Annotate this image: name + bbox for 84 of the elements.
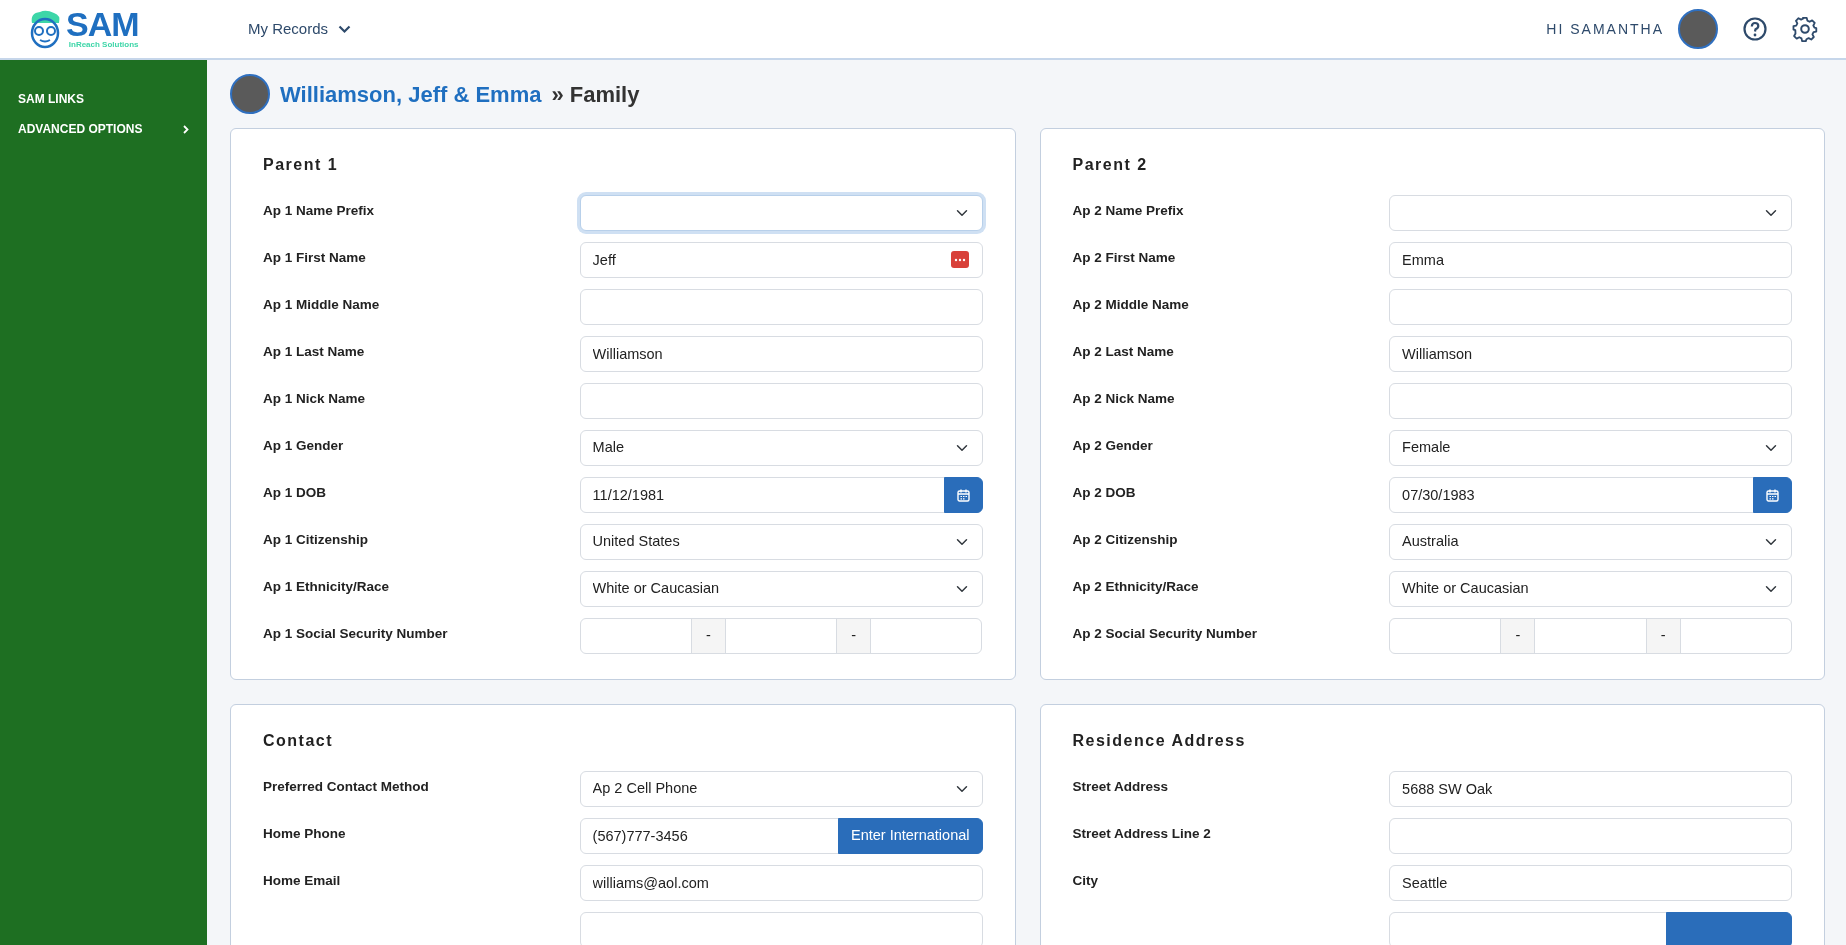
field-label: Ap 2 Middle Name bbox=[1072, 296, 1190, 315]
ssn-field[interactable] bbox=[1389, 618, 1502, 655]
date-field[interactable]: 11/12/1981 bbox=[579, 477, 945, 514]
user-avatar[interactable] bbox=[1678, 9, 1718, 50]
card-title: Parent 1 bbox=[263, 155, 340, 176]
input-field[interactable] bbox=[579, 289, 983, 326]
logo-title: SAM bbox=[66, 7, 139, 42]
field-label: Ap 2 Name Prefix bbox=[1072, 202, 1185, 221]
enter-international-button[interactable] bbox=[1666, 912, 1792, 945]
input-field[interactable] bbox=[1389, 912, 1667, 945]
field-label: Street Address Line 2 bbox=[1072, 825, 1212, 844]
ssn-field[interactable] bbox=[1679, 618, 1792, 655]
field-label: Home Phone bbox=[263, 825, 347, 844]
field-label: Home Email bbox=[263, 872, 342, 891]
calendar-icon bbox=[1766, 488, 1779, 502]
field-label: Ap 1 DOB bbox=[263, 484, 327, 503]
logo-subtitle: InReach Solutions bbox=[67, 39, 139, 52]
select-field[interactable] bbox=[579, 195, 983, 232]
select-field[interactable]: White or Caucasian bbox=[579, 571, 983, 608]
input-field[interactable]: Seattle bbox=[1389, 865, 1792, 902]
field-label: Ap 2 DOB bbox=[1072, 484, 1137, 503]
input-field[interactable] bbox=[1389, 289, 1792, 326]
field-label: Preferred Contact Method bbox=[263, 778, 430, 797]
input-field[interactable]: Emma bbox=[1389, 242, 1792, 279]
ssn-field[interactable] bbox=[870, 618, 983, 655]
field-label: Ap 2 Ethnicity/Race bbox=[1072, 578, 1200, 597]
field-label: Ap 1 Last Name bbox=[263, 343, 366, 362]
ssn-field[interactable] bbox=[579, 618, 692, 655]
field-label: Ap 1 First Name bbox=[263, 249, 367, 268]
select-field[interactable]: Australia bbox=[1389, 524, 1792, 561]
logo-face-icon bbox=[28, 9, 62, 50]
input-field[interactable] bbox=[1389, 383, 1792, 420]
input-field[interactable]: Williamson bbox=[579, 336, 983, 373]
field-label: City bbox=[1072, 872, 1099, 891]
enter-international-button[interactable]: Enter International bbox=[838, 818, 983, 855]
ssn-field[interactable] bbox=[724, 618, 838, 655]
field-label: Ap 2 Social Security Number bbox=[1072, 625, 1259, 644]
field-label: Ap 2 Gender bbox=[1072, 437, 1154, 456]
card-title: Residence Address bbox=[1072, 731, 1247, 752]
input-field[interactable]: 5688 SW Oak bbox=[1389, 771, 1792, 808]
input-field[interactable]: Williamson bbox=[1389, 336, 1792, 373]
input-field[interactable]: williams@aol.com bbox=[579, 865, 983, 902]
my-records-menu[interactable]: My Records bbox=[248, 17, 352, 41]
field-label: Street Address bbox=[1072, 778, 1170, 797]
user-greeting: HI SAMANTHA bbox=[1546, 19, 1664, 39]
breadcrumb-current: » Family bbox=[551, 80, 640, 109]
family-link[interactable]: Williamson, Jeff & Emma bbox=[280, 77, 542, 111]
help-icon[interactable] bbox=[1742, 16, 1768, 43]
family-photo-placeholder bbox=[230, 74, 270, 115]
field-label: Ap 1 Citizenship bbox=[263, 531, 369, 550]
separator-text: - bbox=[1645, 618, 1681, 655]
card-title: Contact bbox=[263, 731, 335, 752]
ssn-field[interactable] bbox=[1534, 618, 1647, 655]
field-label: Ap 1 Social Security Number bbox=[263, 625, 449, 644]
card-title: Parent 2 bbox=[1072, 155, 1149, 176]
select-field[interactable]: Ap 2 Cell Phone bbox=[579, 771, 983, 808]
field-label: Ap 1 Nick Name bbox=[263, 390, 367, 409]
calendar-icon bbox=[956, 488, 970, 502]
select-field[interactable]: United States bbox=[579, 524, 983, 561]
calendar-button[interactable] bbox=[943, 477, 983, 514]
field-label: Ap 2 Citizenship bbox=[1072, 531, 1179, 550]
field-label: Ap 1 Middle Name bbox=[263, 296, 381, 315]
select-field[interactable]: Female bbox=[1389, 430, 1792, 467]
sidebar-item[interactable]: ADVANCED OPTIONS bbox=[0, 114, 207, 145]
field-label: Ap 2 Nick Name bbox=[1072, 390, 1176, 409]
date-field[interactable]: 07/30/1983 bbox=[1389, 477, 1754, 514]
separator-text: - bbox=[691, 618, 726, 655]
field-label: Ap 1 Name Prefix bbox=[263, 202, 376, 221]
field-label: Ap 2 First Name bbox=[1072, 249, 1177, 268]
settings-icon[interactable] bbox=[1792, 16, 1818, 43]
input-field[interactable]: Jeff bbox=[579, 242, 983, 279]
calendar-button[interactable] bbox=[1753, 477, 1792, 514]
input-field[interactable]: (567)777-3456 bbox=[579, 818, 839, 855]
select-field[interactable]: White or Caucasian bbox=[1389, 571, 1792, 608]
select-field[interactable] bbox=[1389, 195, 1792, 232]
input-field[interactable] bbox=[579, 383, 983, 420]
chevron-down-icon bbox=[338, 24, 352, 34]
select-field[interactable]: Male bbox=[579, 430, 983, 467]
field-label: Ap 1 Ethnicity/Race bbox=[263, 578, 391, 597]
input-field[interactable] bbox=[579, 912, 983, 945]
sidebar-item[interactable]: SAM LINKS bbox=[0, 84, 207, 115]
field-label: Ap 1 Gender bbox=[263, 437, 345, 456]
field-label: Ap 2 Last Name bbox=[1072, 343, 1175, 362]
input-field[interactable] bbox=[1389, 818, 1792, 855]
